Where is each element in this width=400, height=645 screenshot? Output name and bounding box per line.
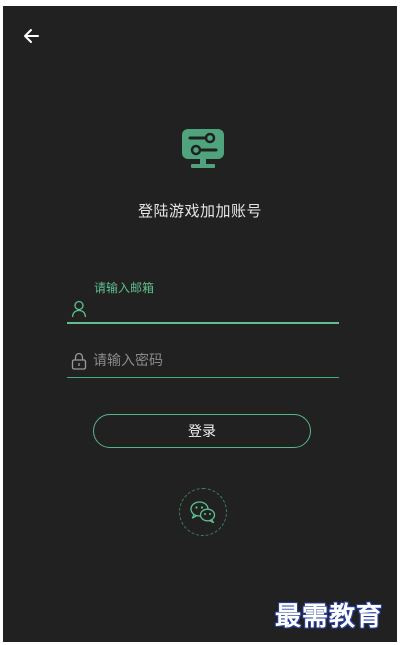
lock-icon: [71, 352, 87, 370]
email-label: 请输入邮箱: [94, 281, 155, 295]
password-input[interactable]: [93, 350, 337, 372]
game-controller-icon: [182, 129, 224, 168]
password-field: [67, 346, 339, 380]
wechat-icon: [190, 501, 216, 524]
email-input[interactable]: [93, 299, 337, 321]
login-button[interactable]: 登录: [93, 414, 311, 448]
email-field: 请输入邮箱: [67, 276, 339, 326]
wechat-login-button[interactable]: [179, 488, 227, 536]
watermark: 最需教育: [275, 602, 384, 632]
page-title: 登陆游戏加加账号: [137, 202, 262, 220]
password-underline: [67, 377, 339, 378]
user-icon: [71, 300, 87, 318]
login-screen: 登陆游戏加加账号 请输入邮箱 登录 最需教育: [3, 6, 397, 642]
back-button[interactable]: [17, 22, 45, 50]
arrow-left-icon: [24, 29, 39, 43]
email-underline: [67, 322, 339, 324]
